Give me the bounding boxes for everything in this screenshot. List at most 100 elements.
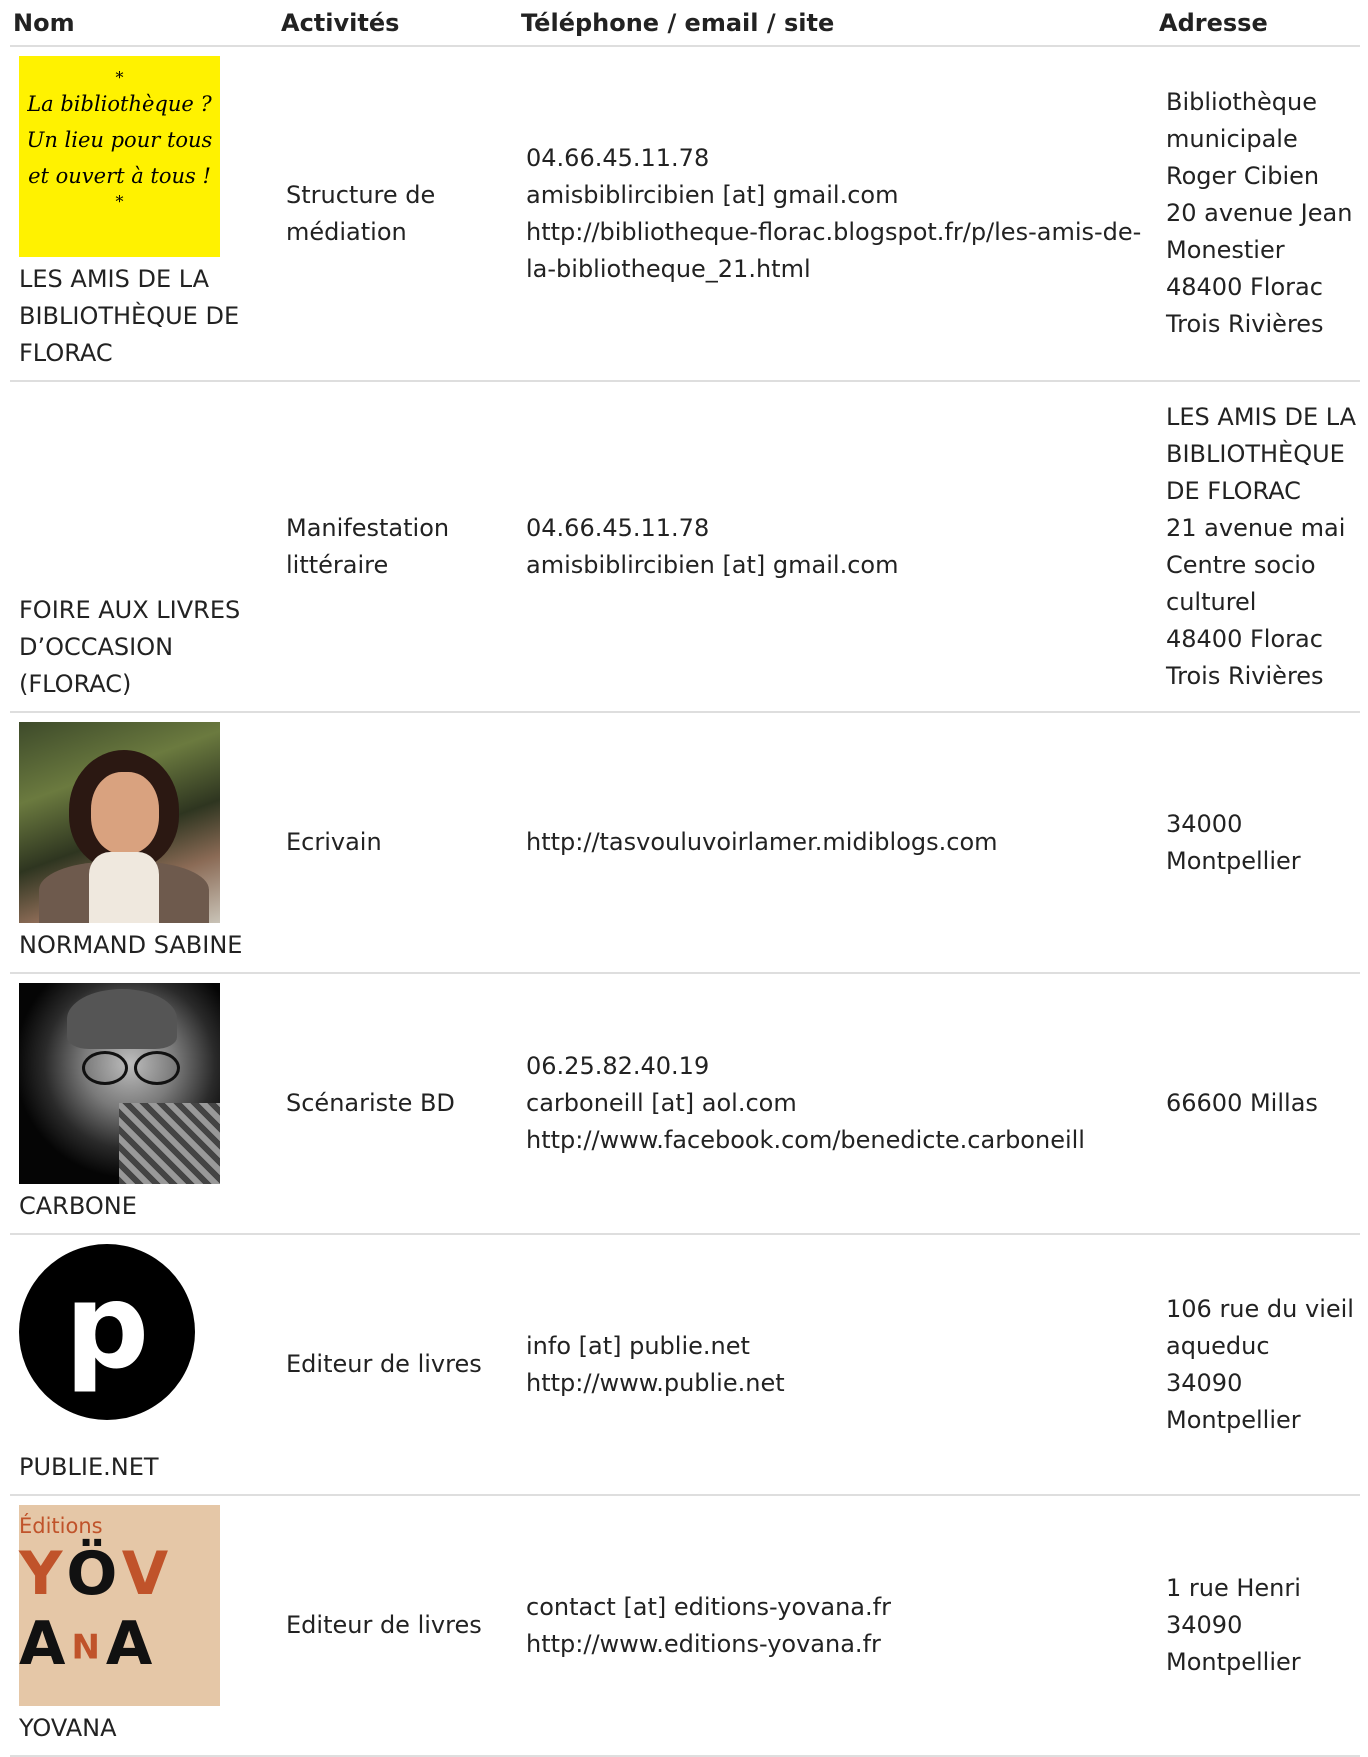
website-link[interactable]: http://www.publie.net <box>526 1365 1148 1402</box>
table-row: p PUBLIE.NET Editeur de livres info [at]… <box>10 1234 1360 1496</box>
website-link[interactable]: http://www.facebook.com/benedicte.carbon… <box>526 1122 1148 1159</box>
logo-letter: A <box>105 1609 159 1679</box>
table-row: * La bibliothèque ? Un lieu pour tous et… <box>10 46 1360 382</box>
logo-letter: Ö <box>66 1539 122 1609</box>
address-line: 34090 <box>1166 1368 1243 1397</box>
address-line: aqueduc <box>1166 1331 1270 1360</box>
cell-activite: Manifestation littéraire <box>278 381 518 713</box>
address-line: Bibliothèque <box>1166 88 1317 116</box>
email-text: amisbiblircibien [at] gmail.com <box>526 550 899 579</box>
address-line: 66600 Millas <box>1166 1089 1318 1117</box>
cell-nom: FOIRE AUX LIVRES D’OCCASION (FLORAC) <box>10 381 278 713</box>
poster-line: et ouvert à tous ! <box>28 164 211 188</box>
logo-line: ANA <box>19 1609 220 1682</box>
address-line: Montpellier <box>1166 1405 1301 1434</box>
logo-editions-text: Éditions <box>19 1514 103 1538</box>
poster-line: Un lieu pour tous <box>26 128 213 152</box>
table-row: FOIRE AUX LIVRES D’OCCASION (FLORAC) Man… <box>10 381 1360 713</box>
cell-contact: info [at] publie.net http://www.publie.n… <box>518 1234 1156 1496</box>
address-line: 1 rue Henri <box>1166 1574 1301 1602</box>
activity-line: Editeur de livres <box>286 1350 482 1378</box>
address-line: culturel <box>1166 587 1257 616</box>
email-text: carboneill [at] aol.com <box>526 1089 797 1117</box>
header-adresse[interactable]: Adresse <box>1156 0 1360 47</box>
email-text: contact [at] editions-yovana.fr <box>526 1592 891 1621</box>
logo-line: YÖV <box>19 1539 220 1609</box>
cell-activite: Structure de médiation <box>278 46 518 382</box>
address-line: 48400 Florac <box>1166 273 1323 301</box>
logo-letter: Y <box>19 1539 67 1609</box>
cell-nom: Éditions YÖV ANA YOVANA <box>10 1495 278 1757</box>
cell-contact: contact [at] editions-yovana.fr http://w… <box>518 1495 1156 1757</box>
name-line: LES AMIS DE LA <box>19 265 210 293</box>
phone-text: 06.25.82.40.19 <box>526 1052 710 1080</box>
poster-star: * <box>115 192 124 211</box>
address-line: 34090 <box>1166 1611 1243 1639</box>
cell-contact: http://tasvouluvoirlamer.midiblogs.com <box>518 712 1156 974</box>
cell-adresse: LES AMIS DE LA BIBLIOTHÈQUE DE FLORAC 21… <box>1156 381 1360 713</box>
address-line: municipale <box>1166 125 1298 153</box>
publisher-logo[interactable]: p <box>19 1244 220 1445</box>
email-text: info [at] publie.net <box>526 1331 750 1360</box>
cell-nom: NORMAND SABINE <box>10 712 278 974</box>
address-line: Montpellier <box>1166 1648 1301 1676</box>
cell-contact: 04.66.45.11.78 amisbiblircibien [at] gma… <box>518 46 1156 382</box>
address-line: LES AMIS DE LA <box>1166 402 1357 431</box>
logo-letter: p <box>64 1257 150 1395</box>
website-link[interactable]: http://www.editions-yovana.fr <box>526 1626 1148 1663</box>
table-row: CARBONE Scénariste BD 06.25.82.40.19 car… <box>10 973 1360 1235</box>
cell-contact: 06.25.82.40.19 carboneill [at] aol.com h… <box>518 973 1156 1235</box>
email-text: amisbiblircibien [at] gmail.com <box>526 180 899 209</box>
activity-line: Editeur de livres <box>286 1611 482 1639</box>
logo-letter: A <box>19 1609 72 1679</box>
logo-letter: V <box>121 1539 175 1609</box>
address-line: Roger Cibien <box>1166 162 1320 190</box>
address-line: Monestier <box>1166 236 1285 264</box>
name-line: PUBLIE.NET <box>19 1453 159 1481</box>
logo-letter: N <box>71 1627 106 1668</box>
publisher-logo[interactable]: Éditions YÖV ANA <box>19 1505 220 1706</box>
name-line: YOVANA <box>19 1714 117 1742</box>
address-line: 20 avenue Jean <box>1166 199 1353 227</box>
website-link[interactable]: la-bibliotheque_21.html <box>526 251 1148 288</box>
website-link[interactable]: http://bibliotheque-florac.blogspot.fr/p… <box>526 214 1148 251</box>
address-line: BIBLIOTHÈQUE <box>1166 439 1345 468</box>
table-header-row: Nom Activités Téléphone / email / site A… <box>10 0 1360 47</box>
name-line: FOIRE AUX LIVRES <box>19 596 241 624</box>
logo-circle: p <box>19 1244 195 1420</box>
cell-nom: * La bibliothèque ? Un lieu pour tous et… <box>10 46 278 382</box>
activity-line: littéraire <box>286 550 389 579</box>
poster-image[interactable]: * La bibliothèque ? Un lieu pour tous et… <box>19 56 220 257</box>
author-photo[interactable] <box>19 983 220 1184</box>
activity-line: Structure de <box>286 180 436 209</box>
website-link[interactable]: http://tasvouluvoirlamer.midiblogs.com <box>526 824 1148 861</box>
address-line: 48400 Florac <box>1166 624 1323 653</box>
name-line: BIBLIOTHÈQUE DE <box>19 302 240 330</box>
name-line: FLORAC <box>19 339 113 367</box>
name-line: NORMAND SABINE <box>19 931 243 959</box>
address-line: 34000 <box>1166 809 1243 838</box>
author-photo[interactable] <box>19 722 220 923</box>
cell-contact: 04.66.45.11.78 amisbiblircibien [at] gma… <box>518 381 1156 713</box>
phone-text: 04.66.45.11.78 <box>526 143 710 172</box>
cell-activite: Ecrivain <box>278 712 518 974</box>
header-contact[interactable]: Téléphone / email / site <box>518 0 1156 47</box>
cell-adresse: 106 rue du vieil aqueduc 34090 Montpelli… <box>1156 1234 1360 1496</box>
cell-adresse: 34000 Montpellier <box>1156 712 1360 974</box>
address-line: 106 rue du vieil <box>1166 1294 1354 1323</box>
address-line: Centre socio <box>1166 550 1316 579</box>
activity-line: Manifestation <box>286 513 450 542</box>
activity-line: Ecrivain <box>286 828 382 856</box>
table-row: Éditions YÖV ANA YOVANA Editeur de livre… <box>10 1495 1360 1757</box>
address-line: 21 avenue mai <box>1166 513 1346 542</box>
name-line: CARBONE <box>19 1192 137 1220</box>
cell-nom: CARBONE <box>10 973 278 1235</box>
cell-activite: Editeur de livres <box>278 1495 518 1757</box>
address-line: Montpellier <box>1166 846 1301 875</box>
cell-nom: p PUBLIE.NET <box>10 1234 278 1496</box>
header-nom[interactable]: Nom <box>10 0 278 47</box>
poster-line: La bibliothèque ? <box>27 92 212 116</box>
header-activites[interactable]: Activités <box>278 0 518 47</box>
table-row: NORMAND SABINE Ecrivain http://tasvouluv… <box>10 712 1360 974</box>
activity-line: médiation <box>286 217 407 246</box>
